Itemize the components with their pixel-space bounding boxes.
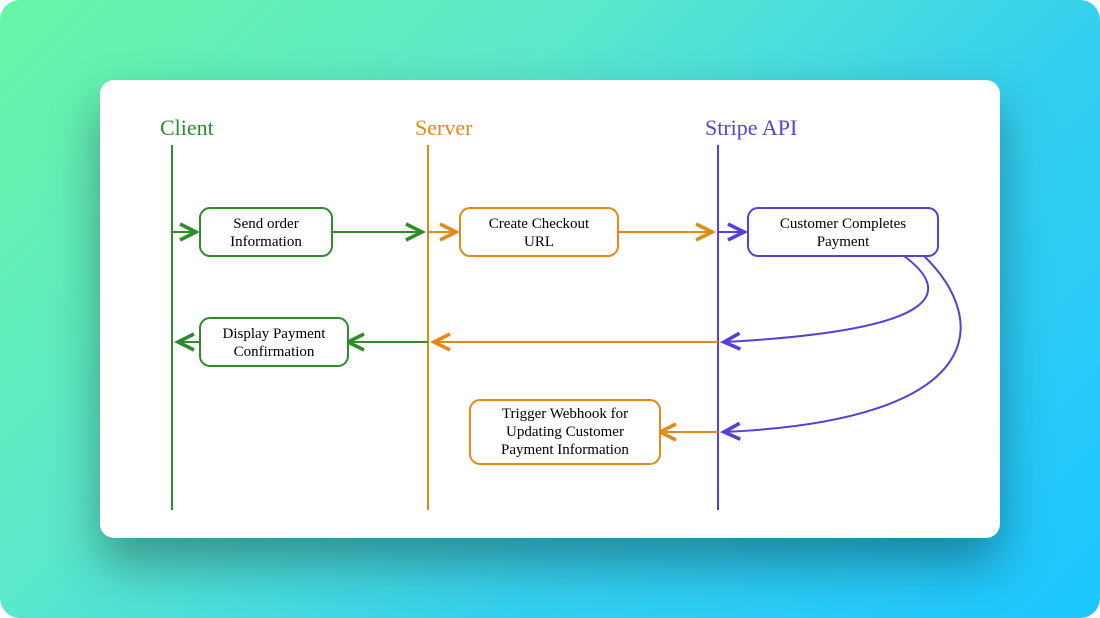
svg-text:Confirmation: Confirmation (234, 344, 315, 360)
node-send-order: Send order Information (200, 208, 332, 256)
svg-text:Payment Information: Payment Information (501, 442, 629, 458)
svg-text:Updating Customer: Updating Customer (506, 424, 624, 440)
svg-text:Send order: Send order (233, 216, 298, 232)
svg-text:URL: URL (524, 234, 554, 250)
node-display-confirmation: Display Payment Confirmation (200, 318, 348, 366)
svg-text:Create Checkout: Create Checkout (489, 216, 590, 232)
lane-server-title: Server (415, 115, 473, 140)
sequence-diagram: Client Server Stripe API Send order Info… (100, 80, 1000, 538)
svg-text:Trigger Webhook for: Trigger Webhook for (502, 406, 628, 422)
node-trigger-webhook: Trigger Webhook for Updating Customer Pa… (470, 400, 660, 464)
lane-client-title: Client (160, 115, 214, 140)
gradient-background: Client Server Stripe API Send order Info… (0, 0, 1100, 618)
node-create-checkout: Create Checkout URL (460, 208, 618, 256)
svg-text:Customer Completes: Customer Completes (780, 216, 906, 232)
diagram-card: Client Server Stripe API Send order Info… (100, 80, 1000, 538)
arrow-stripe-return-confirm (724, 256, 928, 342)
node-customer-completes: Customer Completes Payment (748, 208, 938, 256)
lane-stripe-title: Stripe API (705, 115, 797, 140)
svg-text:Display Payment: Display Payment (223, 326, 327, 342)
svg-text:Information: Information (230, 234, 302, 250)
svg-text:Payment: Payment (817, 234, 870, 250)
arrow-stripe-webhook (724, 256, 961, 432)
